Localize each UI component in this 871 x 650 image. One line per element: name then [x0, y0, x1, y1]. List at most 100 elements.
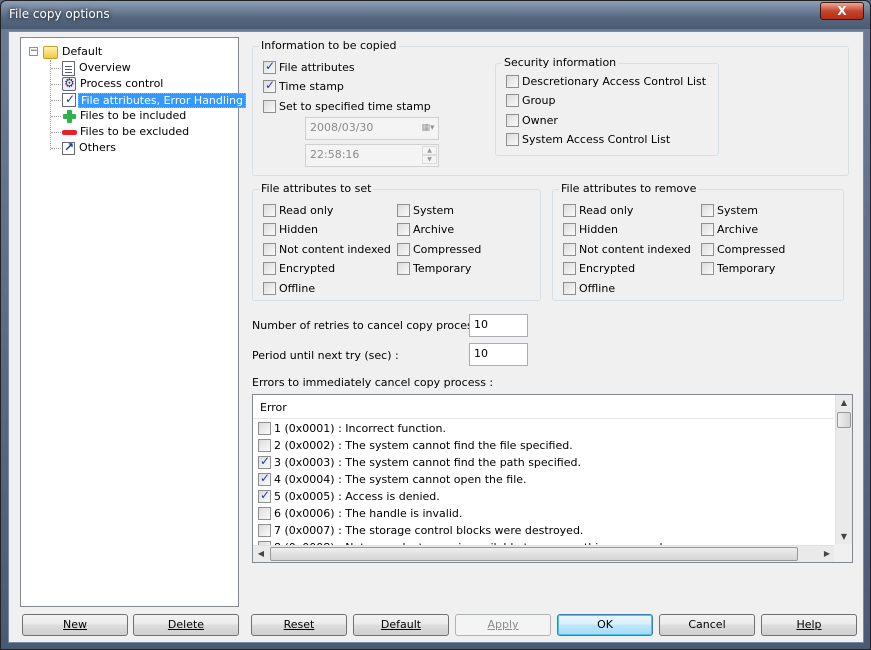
cancel-button[interactable]: Cancel [659, 614, 755, 636]
tree-item-files-excluded[interactable]: Files to be excluded [62, 124, 191, 140]
set-temporary-checkbox[interactable]: Temporary [397, 262, 471, 275]
period-input[interactable]: 10 [469, 343, 528, 366]
reset-button[interactable]: Reset [251, 614, 347, 636]
sacl-checkbox[interactable]: System Access Control List [506, 133, 670, 146]
tree-item-default[interactable]: Default [43, 44, 104, 60]
errors-list[interactable]: Error 1 (0x0001) : Incorrect function. 2… [252, 394, 853, 563]
button-label: Cancel [688, 618, 726, 631]
tree-item-others[interactable]: Others [62, 140, 118, 156]
error-text: 7 (0x0007) : The storage control blocks … [274, 524, 584, 537]
checkbox-box[interactable] [258, 439, 271, 452]
checkbox-label: Compressed [717, 243, 786, 256]
tree-line [50, 60, 51, 150]
remove-not-content-indexed-checkbox[interactable]: Not content indexed [563, 243, 691, 256]
set-hidden-checkbox[interactable]: Hidden [263, 223, 318, 236]
ok-button[interactable]: OK [557, 614, 653, 636]
checkbox-label: Set to specified time stamp [279, 100, 431, 113]
set-not-content-indexed-checkbox[interactable]: Not content indexed [263, 243, 391, 256]
scroll-down-icon[interactable]: ▼ [836, 529, 852, 545]
date-picker[interactable]: 2008/03/30 ▦▾ [305, 117, 439, 140]
set-read-only-checkbox[interactable]: Read only [263, 204, 333, 217]
error-row[interactable]: 6 (0x0006) : The handle is invalid. [258, 505, 462, 522]
time-stamp-checkbox[interactable]: Time stamp [263, 78, 344, 93]
set-archive-checkbox[interactable]: Archive [397, 223, 454, 236]
new-button[interactable]: New [22, 614, 128, 636]
tree-item-file-attributes[interactable]: File attributes, Error Handling [62, 92, 246, 108]
horizontal-scrollbar[interactable]: ◀ ▶ [253, 545, 835, 562]
scroll-right-icon[interactable]: ▶ [819, 546, 835, 562]
set-offline-checkbox[interactable]: Offline [263, 282, 315, 295]
remove-archive-checkbox[interactable]: Archive [701, 223, 758, 236]
time-value: 22:58:16 [310, 148, 360, 161]
set-time-stamp-checkbox[interactable]: Set to specified time stamp [263, 100, 431, 113]
retries-input[interactable]: 10 [469, 314, 528, 337]
button-label: Delete [167, 618, 205, 631]
dacl-checkbox[interactable]: Descretionary Access Control List [506, 75, 706, 88]
error-row[interactable]: 1 (0x0001) : Incorrect function. [258, 420, 446, 437]
checkbox-box[interactable] [258, 471, 271, 486]
spin-down-icon[interactable]: ▼ [422, 155, 437, 164]
remove-encrypted-checkbox[interactable]: Encrypted [563, 262, 635, 275]
spin-up-icon[interactable]: ▲ [422, 146, 437, 155]
checkbox-box [397, 204, 410, 217]
error-text: 2 (0x0002) : The system cannot find the … [274, 439, 573, 452]
remove-read-only-checkbox[interactable]: Read only [563, 204, 633, 217]
time-spinner[interactable]: ▲ ▼ [422, 146, 437, 165]
checkbox-box[interactable] [258, 488, 271, 503]
vertical-scrollbar[interactable]: ▲ ▼ [835, 395, 852, 545]
error-row[interactable]: 5 (0x0005) : Access is denied. [258, 488, 440, 505]
default-button[interactable]: Default [353, 614, 449, 636]
scroll-thumb[interactable] [270, 547, 798, 561]
delete-button[interactable]: Delete [133, 614, 239, 636]
file-attributes-checkbox[interactable]: File attributes [263, 59, 355, 74]
tree-item-overview[interactable]: Overview [62, 60, 133, 76]
checkbox-box [506, 114, 519, 127]
dialog-client: − Default Overview Process control File … [8, 31, 864, 643]
checkbox-box [563, 262, 576, 275]
list-column-header[interactable]: Error [253, 395, 833, 419]
error-row[interactable]: 2 (0x0002) : The system cannot find the … [258, 437, 573, 454]
checkbox-box [563, 204, 576, 217]
error-text: 6 (0x0006) : The handle is invalid. [274, 507, 463, 520]
tree-item-process-control[interactable]: Process control [62, 76, 165, 92]
calendar-dropdown-icon[interactable]: ▦▾ [420, 121, 436, 136]
checkbox-label: Temporary [413, 262, 472, 275]
tree-item-files-included[interactable]: Files to be included [62, 108, 188, 124]
set-system-checkbox[interactable]: System [397, 204, 454, 217]
collapse-icon[interactable]: − [29, 47, 38, 56]
close-button[interactable]: X [820, 2, 864, 20]
checkbox-box [506, 133, 519, 146]
checkbox-label: Group [522, 94, 556, 107]
retries-label: Number of retries to cancel copy process… [252, 319, 486, 332]
error-row[interactable]: 3 (0x0003) : The system cannot find the … [258, 454, 581, 471]
group-checkbox[interactable]: Group [506, 94, 556, 107]
remove-offline-checkbox[interactable]: Offline [563, 282, 615, 295]
gear-icon [62, 76, 76, 91]
time-picker[interactable]: 22:58:16 ▲ ▼ [305, 144, 439, 167]
help-button[interactable]: Help [761, 614, 857, 636]
set-compressed-checkbox[interactable]: Compressed [397, 243, 481, 256]
checkbox-label: Encrypted [579, 262, 636, 275]
owner-checkbox[interactable]: Owner [506, 114, 558, 127]
options-tree[interactable]: − Default Overview Process control File … [20, 37, 246, 607]
apply-button[interactable]: Apply [455, 614, 551, 636]
remove-hidden-checkbox[interactable]: Hidden [563, 223, 618, 236]
window-title: File copy options [9, 7, 110, 21]
group-title: File attributes to remove [559, 182, 699, 195]
set-encrypted-checkbox[interactable]: Encrypted [263, 262, 335, 275]
remove-compressed-checkbox[interactable]: Compressed [701, 243, 785, 256]
checkbox-label: Owner [522, 114, 558, 127]
checkbox-box [397, 243, 410, 256]
checkbox-box[interactable] [258, 422, 271, 435]
error-row[interactable]: 7 (0x0007) : The storage control blocks … [258, 522, 583, 539]
checkbox-box[interactable] [258, 454, 271, 469]
checkbox-box[interactable] [258, 524, 271, 537]
checkbox-box[interactable] [258, 507, 271, 520]
remove-system-checkbox[interactable]: System [701, 204, 758, 217]
scroll-left-icon[interactable]: ◀ [253, 546, 269, 562]
checkbox-box [263, 78, 276, 93]
remove-temporary-checkbox[interactable]: Temporary [701, 262, 775, 275]
error-row[interactable]: 4 (0x0004) : The system cannot open the … [258, 471, 527, 488]
scroll-up-icon[interactable]: ▲ [836, 395, 852, 411]
scroll-thumb[interactable] [837, 412, 851, 428]
